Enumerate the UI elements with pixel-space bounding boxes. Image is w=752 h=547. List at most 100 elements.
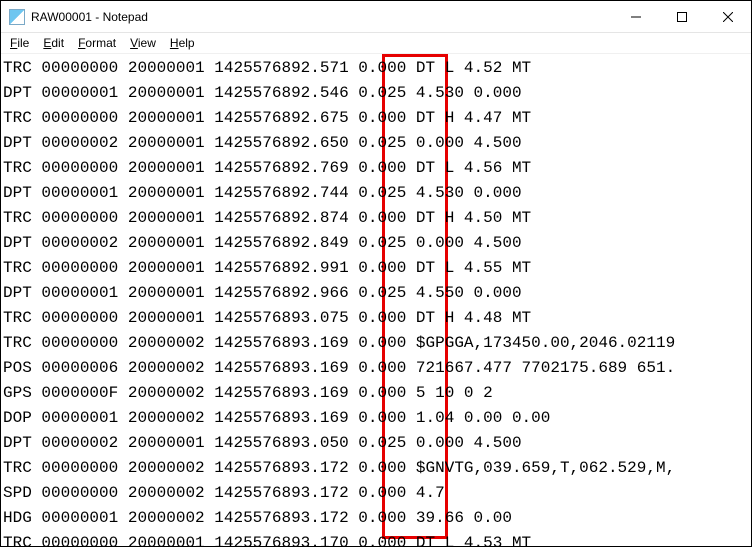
maximize-button[interactable] <box>659 1 705 32</box>
text-col-4: 0.000 <box>358 59 406 77</box>
text-line[interactable]: DPT 00000002 20000001 1425576892.849 0.0… <box>3 231 749 256</box>
text-col-4: 0.000 <box>358 159 406 177</box>
text-line[interactable]: DPT 00000002 20000001 1425576892.650 0.0… <box>3 131 749 156</box>
text-col-3: 1425576893.075 <box>214 309 348 327</box>
text-col-1: 00000001 <box>41 509 118 527</box>
text-col-1: 00000000 <box>41 309 118 327</box>
minimize-icon <box>631 12 641 22</box>
text-col-3: 1425576892.874 <box>214 209 348 227</box>
text-col-0: TRC <box>3 334 32 352</box>
text-col-3: 1425576892.991 <box>214 259 348 277</box>
menu-edit[interactable]: Edit <box>36 35 71 51</box>
text-col-4: 0.025 <box>358 434 406 452</box>
menu-help[interactable]: Help <box>163 35 202 51</box>
text-line[interactable]: TRC 00000000 20000001 1425576892.571 0.0… <box>3 56 749 81</box>
text-col-3: 1425576892.571 <box>214 59 348 77</box>
text-line[interactable]: TRC 00000000 20000001 1425576893.075 0.0… <box>3 306 749 331</box>
text-col-4: 0.000 <box>358 384 406 402</box>
text-line[interactable]: GPS 0000000F 20000002 1425576893.169 0.0… <box>3 381 749 406</box>
text-col-3: 1425576893.050 <box>214 434 348 452</box>
text-line[interactable]: SPD 00000000 20000002 1425576893.172 0.0… <box>3 481 749 506</box>
text-col-3: 1425576892.769 <box>214 159 348 177</box>
text-col-3: 1425576893.172 <box>214 484 348 502</box>
text-col-2: 20000001 <box>128 434 205 452</box>
text-line[interactable]: TRC 00000000 20000001 1425576893.170 0.0… <box>3 531 749 546</box>
text-col-1: 00000000 <box>41 159 118 177</box>
text-col-2: 20000001 <box>128 159 205 177</box>
text-col-4: 0.000 <box>358 459 406 477</box>
text-col-2: 20000001 <box>128 284 205 302</box>
text-line[interactable]: DOP 00000001 20000002 1425576893.169 0.0… <box>3 406 749 431</box>
text-col-3: 1425576893.170 <box>214 534 348 546</box>
close-button[interactable] <box>705 1 751 32</box>
text-col-3: 1425576893.169 <box>214 334 348 352</box>
text-area[interactable]: TRC 00000000 20000001 1425576892.571 0.0… <box>1 54 751 546</box>
text-col-0: TRC <box>3 209 32 227</box>
text-line[interactable]: TRC 00000000 20000001 1425576892.769 0.0… <box>3 156 749 181</box>
text-col-2: 20000001 <box>128 309 205 327</box>
text-line[interactable]: TRC 00000000 20000001 1425576892.675 0.0… <box>3 106 749 131</box>
menu-file[interactable]: File <box>3 35 36 51</box>
text-col-5: DT H 4.50 MT <box>416 209 531 227</box>
text-col-2: 20000001 <box>128 184 205 202</box>
text-col-0: DPT <box>3 284 32 302</box>
text-line[interactable]: TRC 00000000 20000002 1425576893.172 0.0… <box>3 456 749 481</box>
text-col-4: 0.000 <box>358 484 406 502</box>
text-line[interactable]: DPT 00000001 20000001 1425576892.744 0.0… <box>3 181 749 206</box>
text-col-5: 5 10 0 2 <box>416 384 493 402</box>
text-line[interactable]: TRC 00000000 20000001 1425576892.874 0.0… <box>3 206 749 231</box>
minimize-button[interactable] <box>613 1 659 32</box>
text-line[interactable]: DPT 00000001 20000001 1425576892.546 0.0… <box>3 81 749 106</box>
text-col-1: 00000000 <box>41 259 118 277</box>
text-col-3: 1425576893.169 <box>214 384 348 402</box>
text-col-2: 20000002 <box>128 384 205 402</box>
text-col-1: 00000002 <box>41 234 118 252</box>
text-col-3: 1425576892.966 <box>214 284 348 302</box>
text-line[interactable]: DPT 00000002 20000001 1425576893.050 0.0… <box>3 431 749 456</box>
text-col-5: 0.000 4.500 <box>416 234 522 252</box>
text-col-2: 20000002 <box>128 359 205 377</box>
text-col-4: 0.000 <box>358 409 406 427</box>
text-col-1: 00000000 <box>41 534 118 546</box>
text-col-0: TRC <box>3 109 32 127</box>
text-col-4: 0.025 <box>358 184 406 202</box>
text-col-2: 20000002 <box>128 509 205 527</box>
text-col-0: SPD <box>3 484 32 502</box>
text-col-2: 20000001 <box>128 84 205 102</box>
text-col-3: 1425576892.546 <box>214 84 348 102</box>
menu-view[interactable]: View <box>123 35 163 51</box>
text-col-5: 0.000 4.500 <box>416 434 522 452</box>
text-col-0: TRC <box>3 534 32 546</box>
text-line[interactable]: DPT 00000001 20000001 1425576892.966 0.0… <box>3 281 749 306</box>
text-col-0: HDG <box>3 509 32 527</box>
text-col-1: 00000001 <box>41 84 118 102</box>
text-line[interactable]: TRC 00000000 20000001 1425576892.991 0.0… <box>3 256 749 281</box>
text-col-3: 1425576892.675 <box>214 109 348 127</box>
text-col-2: 20000001 <box>128 534 205 546</box>
text-col-1: 00000000 <box>41 484 118 502</box>
text-line[interactable]: TRC 00000000 20000002 1425576893.169 0.0… <box>3 331 749 356</box>
text-content[interactable]: TRC 00000000 20000001 1425576892.571 0.0… <box>3 56 749 546</box>
text-col-4: 0.000 <box>358 109 406 127</box>
text-line[interactable]: POS 00000006 20000002 1425576893.169 0.0… <box>3 356 749 381</box>
text-col-0: POS <box>3 359 32 377</box>
text-col-5: DT H 4.47 MT <box>416 109 531 127</box>
text-col-0: GPS <box>3 384 32 402</box>
text-col-1: 00000000 <box>41 334 118 352</box>
text-line[interactable]: HDG 00000001 20000002 1425576893.172 0.0… <box>3 506 749 531</box>
text-col-1: 00000001 <box>41 409 118 427</box>
text-col-0: DOP <box>3 409 32 427</box>
text-col-4: 0.025 <box>358 84 406 102</box>
text-col-1: 00000002 <box>41 134 118 152</box>
text-col-4: 0.000 <box>358 534 406 546</box>
text-col-0: DPT <box>3 84 32 102</box>
titlebar[interactable]: RAW00001 - Notepad <box>1 1 751 33</box>
notepad-icon <box>9 9 25 25</box>
text-col-3: 1425576892.650 <box>214 134 348 152</box>
text-col-4: 0.025 <box>358 284 406 302</box>
menu-format[interactable]: Format <box>71 35 123 51</box>
text-col-5: DT L 4.55 MT <box>416 259 531 277</box>
text-col-2: 20000001 <box>128 59 205 77</box>
text-col-1: 0000000F <box>41 384 118 402</box>
text-col-2: 20000002 <box>128 409 205 427</box>
